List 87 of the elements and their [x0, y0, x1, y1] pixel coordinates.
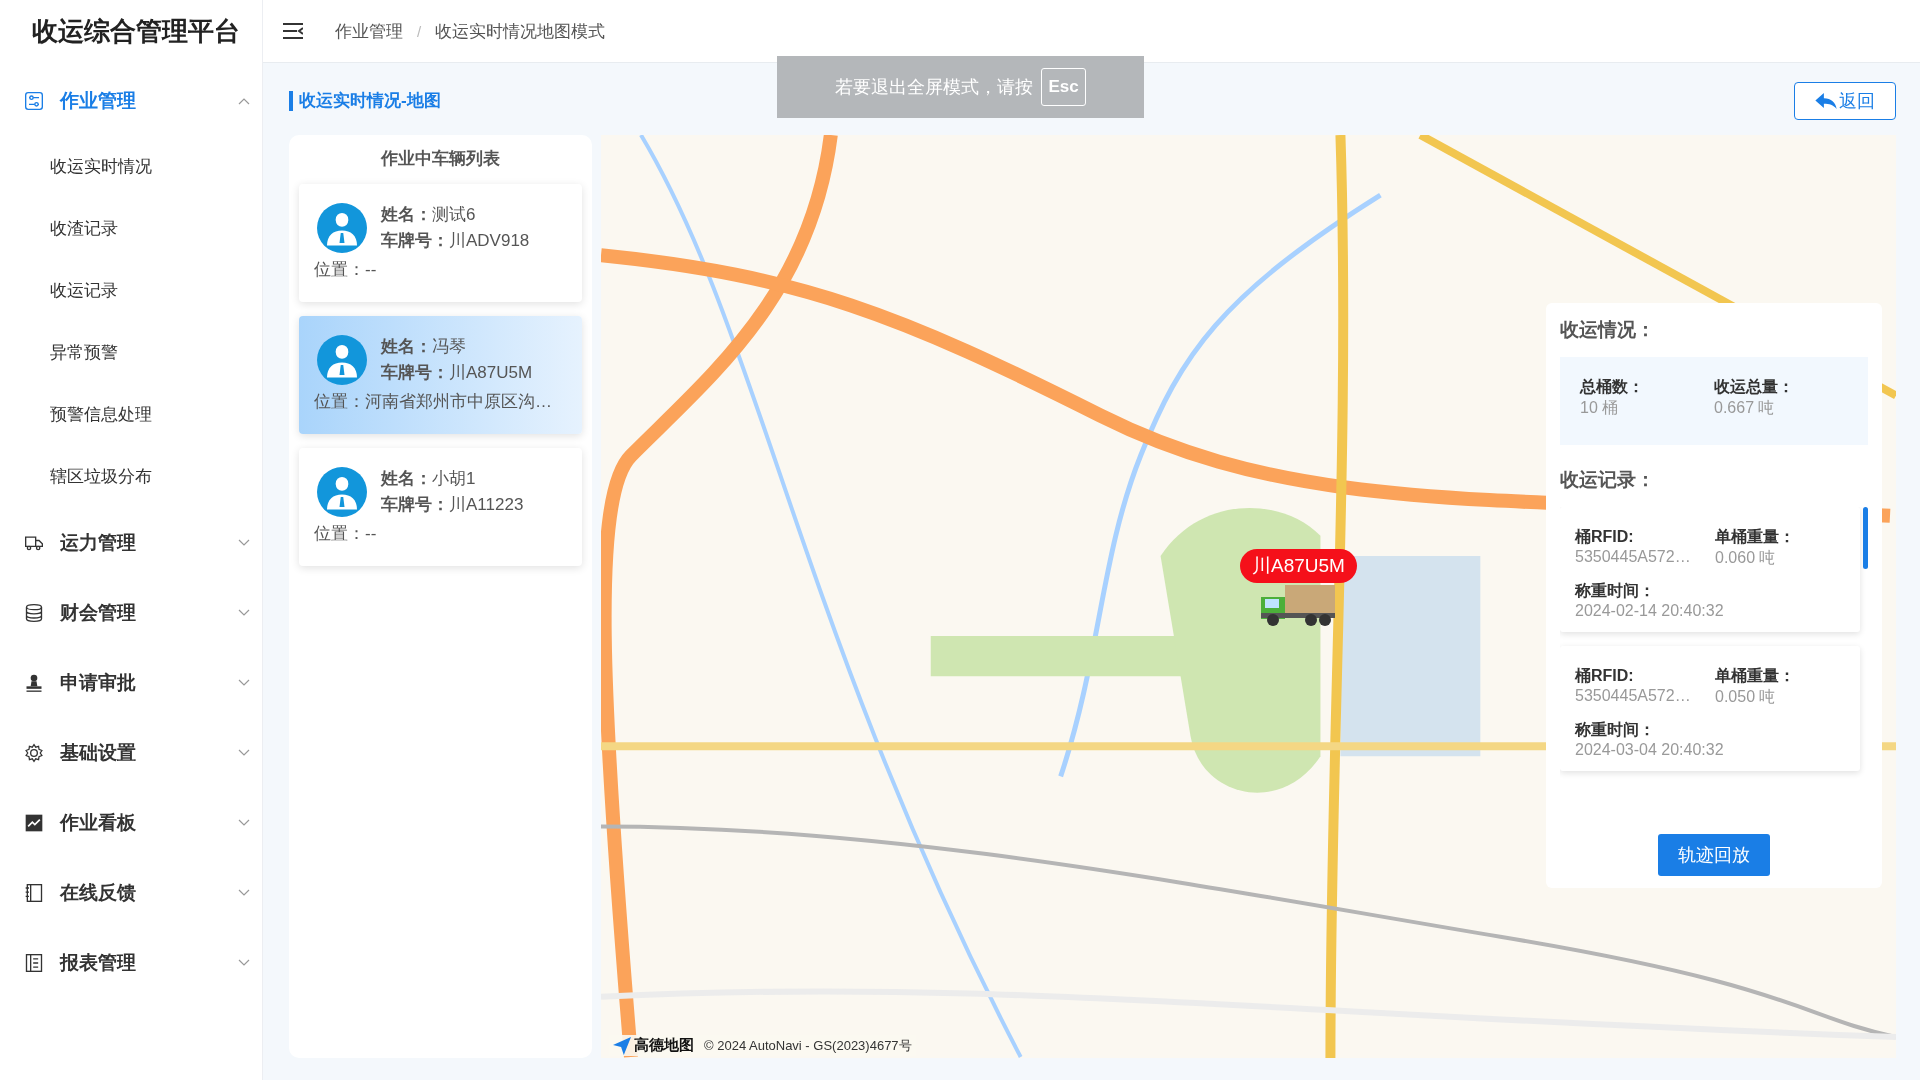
chevron-up-icon — [238, 97, 250, 105]
vehicle-location: 位置：河南省郑州市中原区沟… — [314, 391, 553, 413]
field-label: 称重时间： — [1575, 581, 1656, 601]
paper-plane-icon — [613, 1036, 631, 1055]
menu-group[interactable]: 报表管理 — [0, 928, 262, 998]
esc-key: Esc — [1041, 68, 1086, 106]
menu-item[interactable]: 辖区垃圾分布 — [0, 446, 262, 508]
field-label: 桶RFID: — [1575, 527, 1635, 547]
stat-value: 10 桶 — [1580, 398, 1620, 418]
chevron-down-icon — [238, 959, 250, 967]
menu-group[interactable]: 作业看板 — [0, 788, 262, 858]
menu-group[interactable]: 作业管理 — [0, 66, 262, 136]
page-title: 收运实时情况-地图 — [289, 91, 441, 111]
driver-name: 姓名：冯琴 — [381, 336, 467, 358]
menu-group-label: 作业看板 — [60, 811, 137, 835]
field-value: 0.060 吨 — [1715, 548, 1777, 568]
field-label: 称重时间： — [1575, 720, 1656, 740]
database-icon — [24, 603, 44, 623]
vehicle-card[interactable]: 姓名：小胡1 车牌号：川A11223 位置：-- — [299, 448, 582, 566]
field-value: 5350445A572… — [1575, 548, 1692, 566]
avatar-icon — [317, 467, 367, 517]
vehicle-card[interactable]: 姓名：冯琴 车牌号：川A87U5M 位置：河南省郑州市中原区沟… — [299, 316, 582, 434]
chart-icon — [24, 813, 44, 833]
driver-name: 姓名：小胡1 — [381, 468, 477, 490]
vehicle-location: 位置：-- — [314, 523, 378, 545]
map-copyright: © 2024 AutoNavi - GS(2023)4677号 — [704, 1036, 912, 1055]
menu-group[interactable]: 运力管理 — [0, 508, 262, 578]
notebook-icon — [24, 883, 44, 903]
field-label: 单桶重量： — [1715, 666, 1796, 686]
vehicle-marker-label: 川A87U5M — [1240, 549, 1357, 583]
menu-item[interactable]: 收渣记录 — [0, 198, 262, 260]
stat-value: 0.667 吨 — [1714, 398, 1776, 418]
menu-item[interactable]: 收运实时情况 — [0, 136, 262, 198]
stamp-icon — [24, 673, 44, 693]
section-title: 收运情况： — [1560, 318, 1656, 342]
replay-button[interactable]: 轨迹回放 — [1658, 834, 1770, 876]
plate-number: 车牌号：川A87U5M — [381, 362, 533, 384]
breadcrumb-separator: / — [417, 22, 422, 40]
driver-name: 姓名：测试6 — [381, 204, 477, 226]
menu-item[interactable]: 异常预警 — [0, 322, 262, 384]
panel-title: 作业中车辆列表 — [379, 148, 501, 170]
chevron-down-icon — [238, 609, 250, 617]
menu-group[interactable]: 在线反馈 — [0, 858, 262, 928]
field-label: 单桶重量： — [1715, 527, 1796, 547]
return-arrow-icon — [1815, 92, 1837, 110]
field-value: 5350445A572… — [1575, 687, 1692, 705]
chevron-down-icon — [238, 539, 250, 547]
breadcrumb-item[interactable]: 作业管理 — [335, 19, 403, 43]
chevron-down-icon — [238, 889, 250, 897]
field-label: 桶RFID: — [1575, 666, 1635, 686]
menu-group-label: 基础设置 — [60, 741, 137, 765]
menu-group-label: 在线反馈 — [60, 881, 137, 905]
menu-group-label: 作业管理 — [60, 89, 137, 113]
section-title: 收运记录： — [1560, 468, 1656, 492]
stat-label: 总桶数： — [1580, 377, 1645, 397]
settings-icon — [24, 743, 44, 763]
avatar-icon — [317, 335, 367, 385]
menu-group-label: 报表管理 — [60, 951, 137, 975]
sliders-icon — [24, 91, 44, 111]
chevron-down-icon — [238, 679, 250, 687]
notice-text: 若要退出全屏模式，请按 — [835, 76, 1034, 99]
menu-item[interactable]: 收运记录 — [0, 260, 262, 322]
stat-label: 收运总量： — [1714, 377, 1795, 397]
map-logo-text: 高德地图 — [634, 1036, 694, 1055]
plate-number: 车牌号：川ADV918 — [381, 230, 530, 252]
back-button[interactable]: 返回 — [1794, 82, 1896, 120]
chevron-down-icon — [238, 819, 250, 827]
plate-number: 车牌号：川A11223 — [381, 494, 524, 516]
field-value: 0.050 吨 — [1715, 687, 1777, 707]
app-title: 收运综合管理平台 — [31, 15, 241, 48]
menu-icon — [283, 23, 303, 39]
scrollbar-thumb[interactable] — [1863, 507, 1868, 569]
breadcrumb-item: 收运实时情况地图模式 — [435, 20, 606, 43]
menu-group-label: 申请审批 — [60, 671, 137, 695]
avatar-icon — [317, 203, 367, 253]
menu-group-label: 运力管理 — [60, 531, 137, 555]
chevron-down-icon — [238, 749, 250, 757]
document-icon — [24, 953, 44, 973]
field-value: 2024-02-14 20:40:32 — [1575, 602, 1725, 620]
menu-group[interactable]: 基础设置 — [0, 718, 262, 788]
menu-item[interactable]: 预警信息处理 — [0, 384, 262, 446]
menu-group[interactable]: 申请审批 — [0, 648, 262, 718]
field-value: 2024-03-04 20:40:32 — [1575, 741, 1725, 759]
menu-group[interactable]: 财会管理 — [0, 578, 262, 648]
vehicle-location: 位置：-- — [314, 259, 378, 281]
vehicle-card[interactable]: 姓名：测试6 车牌号：川ADV918 位置：-- — [299, 184, 582, 302]
menu-group-label: 财会管理 — [60, 601, 137, 625]
